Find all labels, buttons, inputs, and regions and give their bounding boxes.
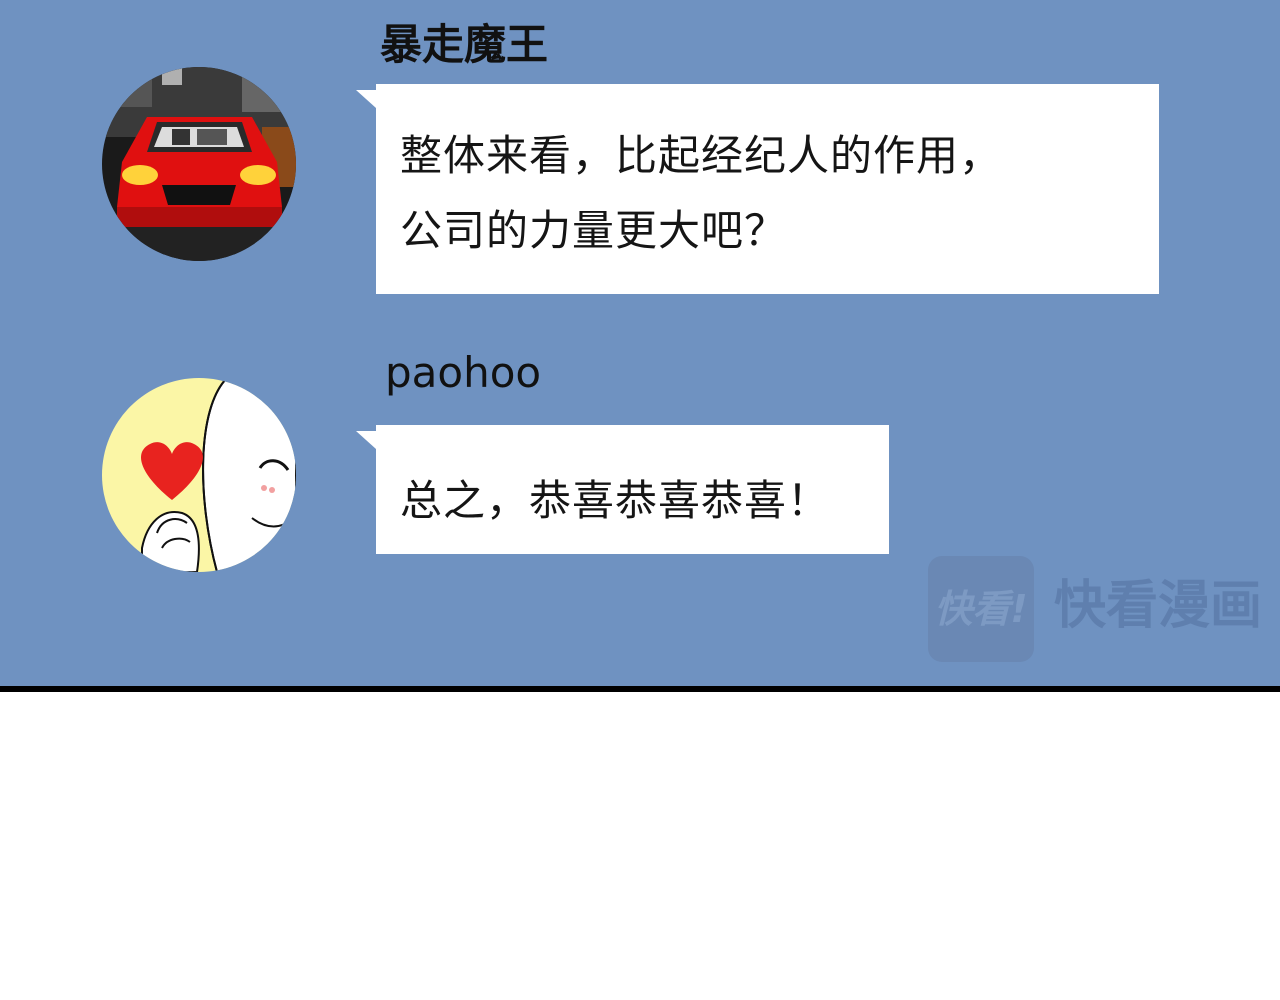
message-line: 整体来看，比起经纪人的作用，	[400, 131, 1003, 180]
blank-area	[0, 692, 1280, 1000]
watermark-logo-icon: 快看!	[928, 556, 1034, 662]
sender-name: paohoo	[385, 348, 542, 397]
chat-panel: 暴走魔王 整体来看，比起经纪人的作用， 公司的力量更大吧？ paohoo 总之，…	[0, 0, 1280, 686]
sender-name: 暴走魔王	[380, 20, 549, 69]
avatar-car	[102, 67, 296, 261]
avatar-heart	[102, 378, 296, 572]
message-text: 总之，恭喜恭喜恭喜！	[400, 463, 869, 538]
message-line: 总之，恭喜恭喜恭喜！	[400, 476, 831, 525]
message-line: 公司的力量更大吧？	[400, 206, 788, 255]
watermark-text: 快看漫画	[1054, 576, 1263, 636]
message-bubble: 总之，恭喜恭喜恭喜！	[356, 425, 889, 554]
red-sports-car-icon	[102, 67, 296, 261]
watermark: 快看! 快看漫画	[928, 556, 1273, 662]
message-bubble: 整体来看，比起经纪人的作用， 公司的力量更大吧？	[356, 84, 1159, 294]
message-text: 整体来看，比起经纪人的作用， 公司的力量更大吧？	[400, 118, 1139, 268]
heart-smiley-icon	[102, 378, 296, 572]
